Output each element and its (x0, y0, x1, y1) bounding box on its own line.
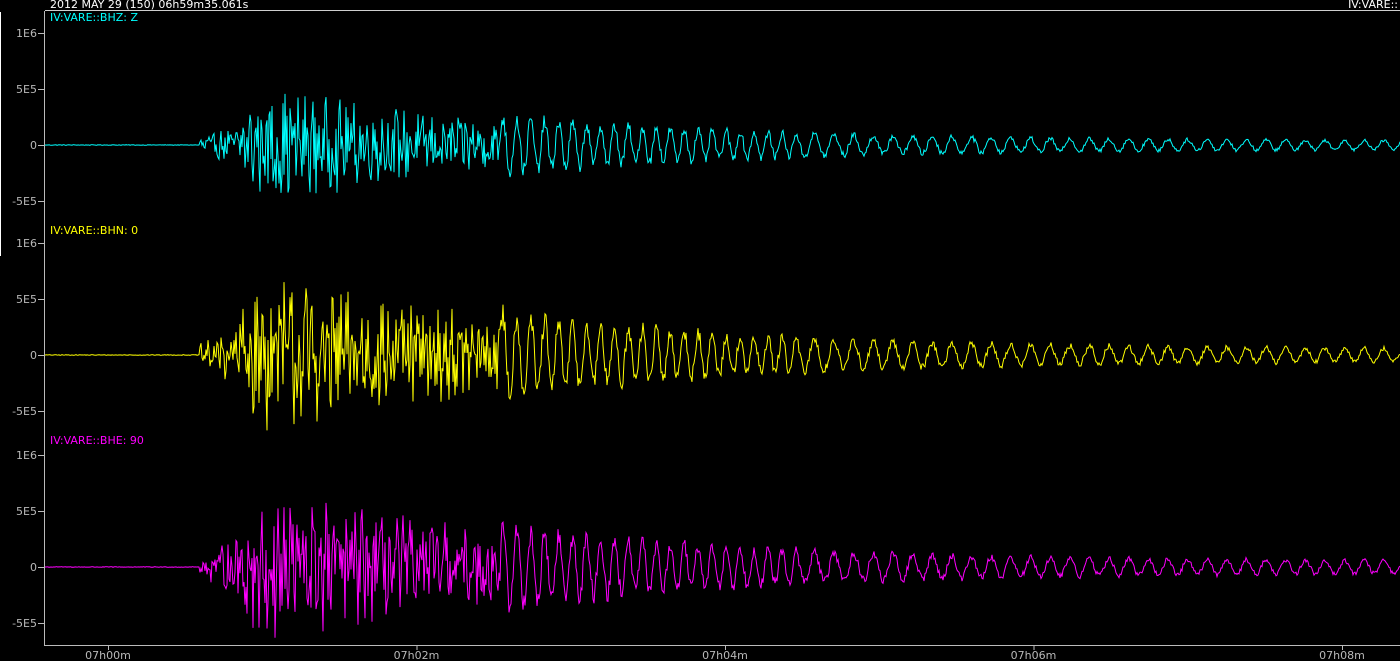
header-start-time: 2012 MAY 29 (150) 06h59m35.061s (50, 0, 249, 11)
waveform-trace (44, 282, 1400, 431)
trace-panel-3: IV:VARE::BHE: 901E65E50-5E5 (12, 434, 1400, 638)
y-tick-label: 0 (30, 139, 37, 152)
y-tick-label: 1E6 (16, 449, 37, 462)
x-tick-label: 07h02m (394, 649, 440, 661)
trace-panel-1: IV:VARE::BHZ: Z1E65E50-5E5 (12, 11, 1400, 208)
y-tick-label: -5E5 (12, 617, 37, 630)
y-tick-label: 0 (30, 349, 37, 362)
y-tick-label: -5E5 (12, 405, 37, 418)
y-tick-label: 0 (30, 561, 37, 574)
channel-label: IV:VARE::BHZ: Z (50, 11, 138, 24)
x-axis-ticks: 07h00m 07h02m 07h04m 07h06m 07h08m (85, 645, 1365, 661)
waveform-trace (45, 502, 1400, 638)
x-tick-label: 07h04m (702, 649, 748, 661)
x-tick-label: 07h08m (1319, 649, 1365, 661)
y-tick-label: 1E6 (16, 27, 37, 40)
header-station-label: IV:VARE:: (1348, 0, 1398, 11)
y-tick-label: -5E5 (12, 195, 37, 208)
x-tick-label: 07h00m (85, 649, 131, 661)
channel-label: IV:VARE::BHE: 90 (50, 434, 144, 447)
y-tick-label: 5E5 (16, 505, 37, 518)
seismogram-plot: 2012 MAY 29 (150) 06h59m35.061s IV:VARE:… (0, 0, 1400, 661)
trace-panels: IV:VARE::BHZ: Z1E65E50-5E5IV:VARE::BHN: … (12, 11, 1400, 638)
channel-label: IV:VARE::BHN: 0 (50, 224, 138, 237)
y-tick-label: 5E5 (16, 293, 37, 306)
waveform-trace (44, 93, 1400, 194)
trace-panel-2: IV:VARE::BHN: 01E65E50-5E5 (12, 224, 1400, 431)
y-tick-label: 5E5 (16, 83, 37, 96)
y-tick-label: 1E6 (16, 237, 37, 250)
x-tick-label: 07h06m (1011, 649, 1057, 661)
